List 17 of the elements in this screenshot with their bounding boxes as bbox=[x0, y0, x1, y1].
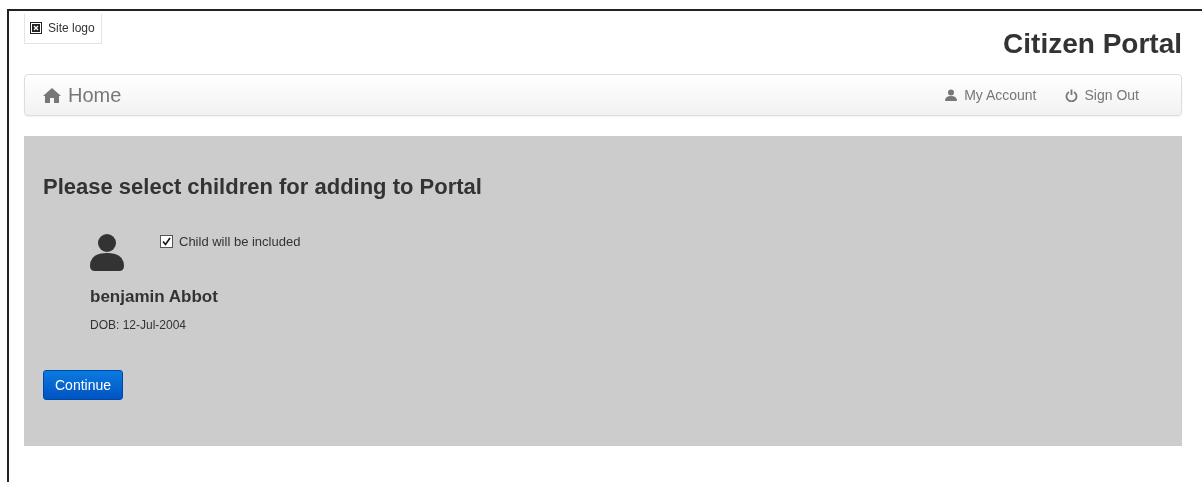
home-icon bbox=[43, 87, 61, 103]
child-name: benjamin Abbot bbox=[90, 287, 219, 307]
check-icon bbox=[162, 237, 171, 246]
broken-image-icon bbox=[30, 22, 42, 34]
logo-alt-text: Site logo bbox=[48, 21, 95, 35]
person-icon bbox=[90, 234, 124, 271]
continue-button[interactable]: Continue bbox=[43, 370, 124, 400]
site-logo[interactable]: Site logo bbox=[24, 14, 102, 44]
page-heading: Please select children for adding to Portal bbox=[43, 174, 483, 200]
home-link[interactable]: Home bbox=[43, 83, 122, 107]
site-title: Citizen Portal bbox=[1003, 28, 1182, 60]
power-icon bbox=[1064, 88, 1078, 102]
date-of-birth: DOB: 12-Jul-2004 bbox=[90, 318, 188, 332]
user-icon bbox=[945, 89, 958, 101]
include-checkbox[interactable]: Child will be included bbox=[160, 234, 301, 249]
account-link[interactable]: My Account bbox=[945, 87, 1037, 103]
sign-out-link[interactable]: Sign Out bbox=[1064, 87, 1139, 103]
